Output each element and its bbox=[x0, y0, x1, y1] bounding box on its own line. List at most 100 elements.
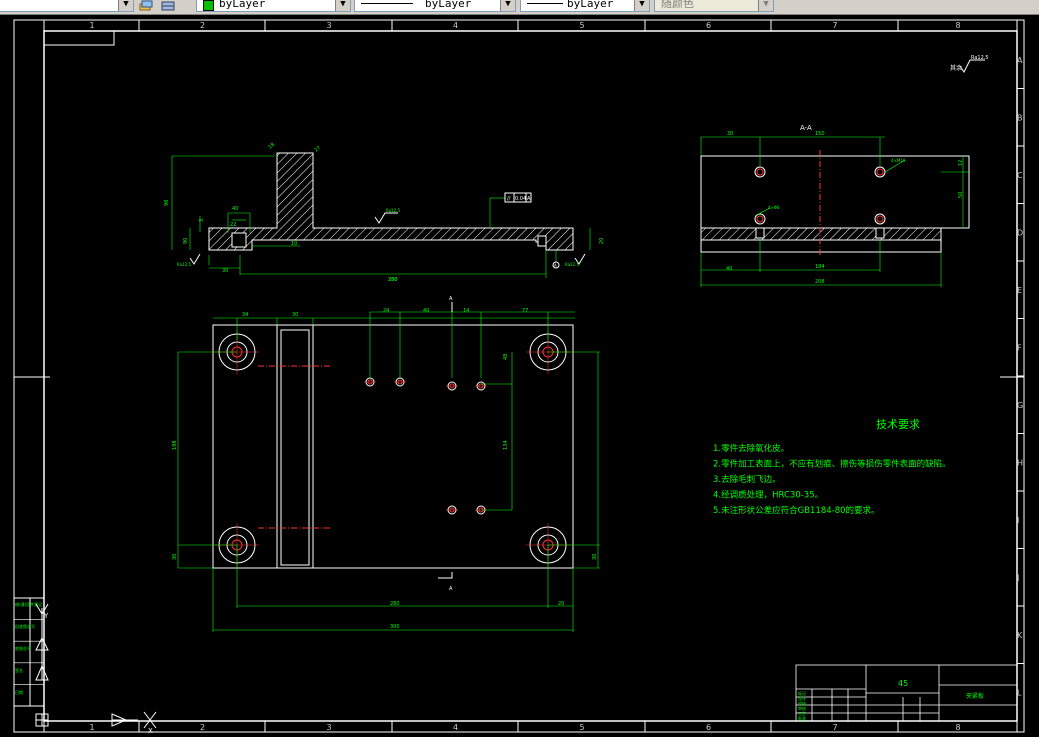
stamp-row-label: 借(通)用件登记 bbox=[15, 601, 42, 607]
zone-row-label: I bbox=[1017, 516, 1019, 525]
section-dimension-text: 40 bbox=[726, 266, 732, 272]
front-dimension-text: 40 bbox=[232, 206, 238, 212]
front-dimension-text: 280 bbox=[388, 277, 398, 283]
stamp-row-label: 旧底图总号 bbox=[15, 623, 35, 629]
top-dimension-text: 198 bbox=[172, 440, 178, 450]
general-roughness-note: 其余 Ra12.5 bbox=[950, 55, 989, 73]
svg-text://: // bbox=[507, 196, 511, 202]
stamp-row-label: 签名 bbox=[15, 667, 23, 673]
linetype-control-dropdown[interactable]: byLayer ▼ bbox=[354, 0, 516, 12]
section-dimension-text: 150 bbox=[815, 131, 825, 137]
zone-row-label: B bbox=[1017, 113, 1023, 122]
top-dimension-text: 40 bbox=[423, 308, 429, 314]
front-dimension-text: 90 bbox=[183, 238, 189, 244]
layer-previous-icon[interactable] bbox=[138, 0, 154, 11]
tech-req-item: 2.零件加工表面上，不应有划痕、擦伤等损伤零件表面的缺陷。 bbox=[713, 459, 951, 470]
zone-row-label: G bbox=[1017, 401, 1023, 410]
properties-toolbar: ▼ byLayer ▼ byLayer ▼ byLayer ▼ 随颜色 ▼ bbox=[0, 0, 1039, 15]
svg-text:4×Φ8: 4×Φ8 bbox=[768, 205, 780, 210]
zone-row-label: F bbox=[1017, 343, 1022, 352]
threaded-hole bbox=[394, 377, 406, 387]
layer-states-icon[interactable] bbox=[160, 0, 176, 11]
zone-col-label-top: 1 bbox=[90, 21, 95, 30]
zone-col-label-top: 4 bbox=[453, 21, 458, 30]
svg-text:4×M10: 4×M10 bbox=[891, 158, 906, 163]
top-dimension-text: 77 bbox=[522, 308, 528, 314]
zone-col-label-top: 5 bbox=[580, 21, 585, 30]
plotstyle-control-value: 随颜色 bbox=[661, 0, 694, 10]
color-swatch-icon bbox=[203, 0, 214, 11]
section-view-a-a: A-A 4×M10 4×Φ8 30 150125040 184208 bbox=[700, 124, 970, 287]
front-view: // 0.04 A A Ra12.5 Ra12.5 Ra12.5 18 27 98 4… bbox=[164, 142, 605, 283]
zone-col-label-top: 3 bbox=[327, 21, 332, 30]
stamp-row-label: 底图总号 bbox=[15, 645, 31, 651]
front-dimension-text: 98 bbox=[164, 200, 170, 206]
lineweight-control-value: byLayer bbox=[567, 0, 614, 10]
svg-text:A-A: A-A bbox=[800, 124, 812, 132]
svg-text:Ra12.5: Ra12.5 bbox=[971, 55, 989, 61]
top-dimension-text: 280 bbox=[390, 601, 400, 607]
zone-col-label-bottom: 1 bbox=[90, 723, 95, 732]
section-dimension-text: 12 bbox=[958, 160, 964, 166]
zone-row-label: K bbox=[1017, 631, 1023, 640]
threaded-hole bbox=[364, 377, 376, 387]
svg-text:其余: 其余 bbox=[950, 64, 962, 72]
top-dimension-text: 48 bbox=[503, 354, 509, 360]
svg-text:A: A bbox=[449, 586, 453, 592]
threaded-hole bbox=[475, 381, 487, 391]
section-dimension-text: 50 bbox=[958, 192, 964, 198]
drawing-canvas[interactable]: 1122334455667788 ABCDEFGHIJKL 其余 Ra12.5 bbox=[0, 15, 1039, 737]
layer-dropdown[interactable]: ▼ bbox=[0, 0, 134, 12]
tech-req-item: 5.未注形状公差应符合GB1184-80的要求。 bbox=[713, 505, 880, 516]
svg-text:A: A bbox=[554, 263, 557, 268]
zone-row-label: J bbox=[1016, 573, 1019, 582]
zone-col-label-bottom: 5 bbox=[580, 723, 585, 732]
tech-req-item: 4.经调质处理，HRC30-35。 bbox=[713, 490, 823, 501]
front-dimension-text: 30 bbox=[222, 268, 228, 274]
svg-text:Ra12.5: Ra12.5 bbox=[565, 262, 580, 267]
top-dimension-text: 14 bbox=[463, 308, 469, 314]
chevron-down-icon: ▼ bbox=[118, 0, 133, 11]
lineweight-control-dropdown[interactable]: byLayer ▼ bbox=[520, 0, 650, 12]
threaded-hole bbox=[446, 505, 458, 515]
zone-col-label-bottom: 4 bbox=[453, 723, 458, 732]
top-dimension-text: 30 bbox=[292, 312, 298, 318]
front-dimension-text: 20 bbox=[599, 238, 605, 244]
svg-text:A: A bbox=[527, 196, 531, 202]
top-dimension-text: 24 bbox=[383, 308, 389, 314]
top-dimension-text: 30 bbox=[172, 554, 178, 560]
top-dimension-text: 300 bbox=[390, 624, 400, 630]
stamp-row-label: 日期 bbox=[15, 689, 23, 695]
zone-col-label-top: 2 bbox=[200, 21, 205, 30]
drawing-frame bbox=[13, 19, 1025, 733]
linetype-preview-icon bbox=[361, 3, 413, 4]
top-dimension-text: 34 bbox=[242, 312, 248, 318]
top-dimension-text: 20 bbox=[558, 601, 564, 607]
color-control-value: byLayer bbox=[219, 0, 266, 10]
threaded-hole bbox=[446, 381, 458, 391]
sidebar-stamp-table: 借(通)用件登记旧底图总号底图总号签名日期 bbox=[13, 597, 45, 707]
zone-row-label: C bbox=[1017, 171, 1023, 180]
svg-text:Ra12.5: Ra12.5 bbox=[386, 208, 401, 213]
zone-row-label: A bbox=[1017, 56, 1023, 65]
linetype-control-value: byLayer bbox=[425, 0, 472, 10]
zone-col-label-top: 8 bbox=[956, 21, 961, 30]
section-dimension-text: 184 bbox=[815, 264, 825, 270]
svg-text:A: A bbox=[449, 296, 453, 302]
section-dimension-text: 208 bbox=[815, 279, 825, 285]
front-dimension-text: 10 bbox=[291, 241, 297, 247]
zone-col-label-bottom: 6 bbox=[706, 723, 711, 732]
zone-col-label-bottom: 8 bbox=[956, 723, 961, 732]
zone-col-label-top: 6 bbox=[706, 21, 711, 30]
plotstyle-control-dropdown[interactable]: 随颜色 ▼ bbox=[654, 0, 774, 12]
front-dimension-text: 27 bbox=[313, 145, 322, 154]
color-control-dropdown[interactable]: byLayer ▼ bbox=[196, 0, 351, 12]
material-label: 45 bbox=[898, 679, 908, 688]
zone-col-label-top: 7 bbox=[833, 21, 838, 30]
ucs-icon bbox=[35, 603, 157, 729]
svg-text:Ra12.5: Ra12.5 bbox=[177, 262, 192, 267]
zone-row-label: H bbox=[1017, 458, 1023, 467]
front-dimension-text: 22 bbox=[230, 222, 236, 228]
top-dimension-text: 134 bbox=[503, 440, 509, 450]
ucs-x-label: X bbox=[148, 727, 153, 735]
